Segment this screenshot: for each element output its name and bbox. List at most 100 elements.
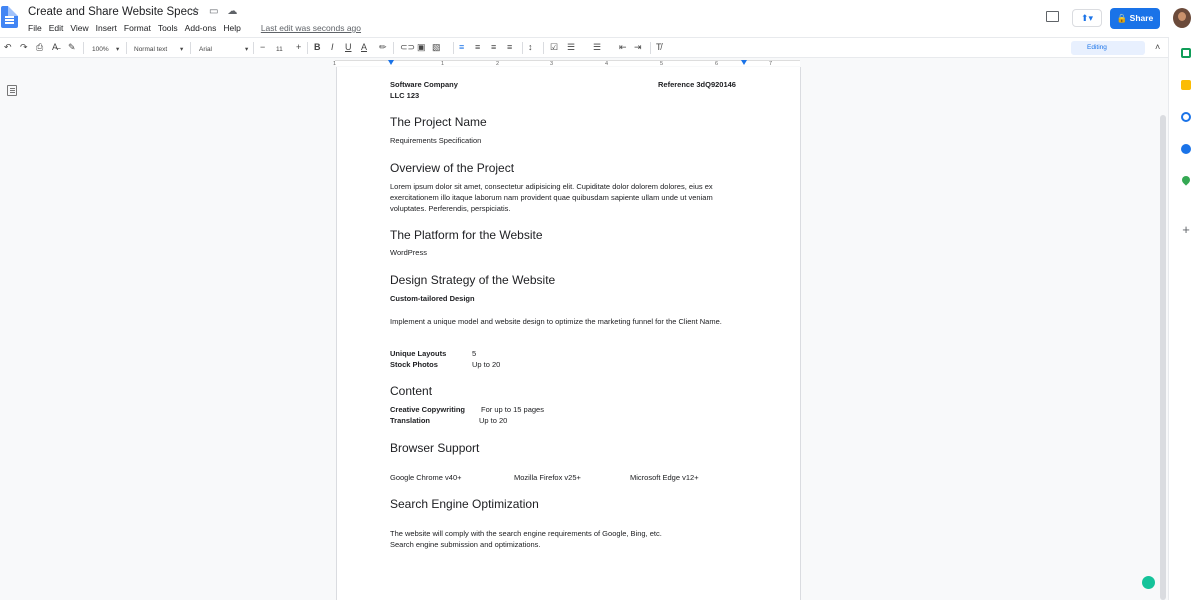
line-spacing-icon[interactable]: ↕ bbox=[528, 42, 533, 53]
menu-insert[interactable]: Insert bbox=[96, 23, 117, 33]
checklist-icon[interactable]: ☑ bbox=[550, 42, 558, 53]
docs-logo-icon[interactable] bbox=[1, 6, 18, 28]
menu-add-ons[interactable]: Add-ons bbox=[185, 23, 217, 33]
font-size-field[interactable]: 11 bbox=[276, 44, 283, 55]
comment-icon[interactable]: ▣ bbox=[417, 42, 426, 53]
design-subheading: Custom-tailored Design bbox=[390, 294, 475, 303]
tasks-icon[interactable] bbox=[1181, 112, 1191, 122]
link-icon[interactable]: ⊂⊃ bbox=[400, 42, 415, 53]
zoom-select[interactable]: 100% bbox=[92, 44, 109, 55]
heading-project-name: The Project Name bbox=[390, 115, 487, 129]
menu-file[interactable]: File bbox=[28, 23, 42, 33]
editing-mode-label: Editing bbox=[1087, 44, 1107, 51]
chevron-down-icon: ▾ bbox=[180, 46, 184, 53]
align-center-icon[interactable]: ≡ bbox=[475, 42, 480, 53]
ruler: 1 1 2 3 4 5 6 7 bbox=[0, 58, 1168, 67]
add-on-plus-icon[interactable]: + bbox=[1181, 223, 1191, 236]
heading-browser-support: Browser Support bbox=[390, 441, 480, 455]
left-indent-marker[interactable] bbox=[388, 60, 394, 65]
decrease-font-icon[interactable]: − bbox=[260, 42, 265, 53]
bold-icon[interactable]: B bbox=[314, 42, 321, 53]
company-name-line2: LLC 123 bbox=[390, 91, 420, 100]
editing-mode-select[interactable]: Editing bbox=[1071, 41, 1145, 55]
bulleted-list-icon[interactable]: ☰ bbox=[567, 42, 575, 53]
spellcheck-icon[interactable]: A̶ bbox=[52, 42, 58, 53]
grammarly-icon[interactable] bbox=[1142, 576, 1155, 589]
align-left-icon[interactable]: ≡ bbox=[459, 42, 464, 53]
undo-icon[interactable]: ↶ bbox=[4, 42, 12, 53]
menu-help[interactable]: Help bbox=[223, 23, 240, 33]
platform-value: WordPress bbox=[390, 248, 427, 257]
maps-icon[interactable] bbox=[1180, 174, 1192, 186]
style-select[interactable]: Normal text bbox=[134, 44, 167, 55]
cloud-status-icon[interactable]: ☁ bbox=[227, 6, 237, 17]
copywriting-label: Creative Copywriting bbox=[390, 405, 466, 414]
move-folder-icon[interactable]: ▭ bbox=[209, 6, 218, 17]
layouts-label: Unique Layouts bbox=[390, 349, 447, 358]
divider bbox=[190, 42, 191, 54]
increase-indent-icon[interactable]: ⇥ bbox=[634, 42, 642, 53]
star-icon[interactable]: ☆ bbox=[191, 6, 200, 17]
divider bbox=[307, 42, 308, 54]
chevron-down-icon: ▾ bbox=[245, 46, 249, 53]
heading-design-strategy: Design Strategy of the Website bbox=[390, 273, 556, 287]
title-icons: ☆ ▭ ☁ bbox=[191, 6, 237, 17]
share-button[interactable]: 🔒 Share bbox=[1110, 8, 1160, 29]
collapse-menus-icon[interactable]: ˄ bbox=[1155, 42, 1160, 53]
document-page[interactable] bbox=[336, 67, 801, 600]
right-indent-marker[interactable] bbox=[741, 60, 747, 65]
paint-format-icon[interactable]: ✎ bbox=[68, 42, 76, 53]
redo-icon[interactable]: ↷ bbox=[20, 42, 28, 53]
justify-icon[interactable]: ≡ bbox=[507, 42, 512, 53]
chevron-down-icon: ▾ bbox=[116, 46, 120, 53]
comment-history-icon[interactable] bbox=[1046, 11, 1059, 22]
text-color-icon[interactable]: A bbox=[361, 42, 367, 53]
document-title[interactable]: Create and Share Website Specs bbox=[28, 6, 198, 18]
heading-content: Content bbox=[390, 384, 433, 398]
divider bbox=[650, 42, 651, 54]
divider bbox=[83, 42, 84, 54]
print-icon[interactable]: ⎙ bbox=[36, 42, 43, 53]
browser-edge: Microsoft Edge v12+ bbox=[630, 473, 699, 482]
contacts-icon[interactable] bbox=[1181, 144, 1191, 154]
heading-seo: Search Engine Optimization bbox=[390, 497, 539, 511]
decrease-indent-icon[interactable]: ⇤ bbox=[619, 42, 627, 53]
menu-tools[interactable]: Tools bbox=[158, 23, 178, 33]
account-avatar[interactable] bbox=[1173, 8, 1191, 28]
top-bar: Create and Share Website Specs ☆ ▭ ☁ Fil… bbox=[0, 0, 1200, 37]
numbered-list-icon[interactable]: ☰ bbox=[593, 42, 601, 53]
requirements-subtitle: Requirements Specification bbox=[390, 136, 482, 145]
present-button[interactable]: ⬆▾ bbox=[1072, 9, 1102, 27]
clear-formatting-icon[interactable]: T̸ bbox=[656, 42, 662, 53]
copywriting-value: For up to 15 pages bbox=[481, 405, 544, 414]
layouts-value: 5 bbox=[472, 349, 477, 358]
highlight-icon[interactable]: ✏ bbox=[379, 42, 387, 53]
menu-edit[interactable]: Edit bbox=[49, 23, 64, 33]
keep-icon[interactable] bbox=[1181, 80, 1191, 90]
share-label: Share bbox=[1129, 13, 1154, 23]
divider bbox=[543, 42, 544, 54]
font-select[interactable]: Arial bbox=[199, 44, 212, 55]
last-edit-link[interactable]: Last edit was seconds ago bbox=[261, 23, 361, 33]
sheets-icon[interactable] bbox=[1181, 48, 1191, 58]
menu-bar: File Edit View Insert Format Tools Add-o… bbox=[28, 23, 361, 33]
heading-overview: Overview of the Project bbox=[390, 161, 515, 175]
underline-icon[interactable]: U bbox=[345, 42, 352, 53]
side-panel: + bbox=[1168, 37, 1200, 600]
increase-font-icon[interactable]: + bbox=[296, 42, 301, 53]
heading-platform: The Platform for the Website bbox=[390, 228, 543, 242]
seo-line-1: The website will comply with the search … bbox=[390, 529, 662, 538]
document-outline-icon[interactable] bbox=[7, 85, 17, 96]
divider bbox=[253, 42, 254, 54]
italic-icon[interactable]: I bbox=[331, 42, 334, 53]
divider bbox=[522, 42, 523, 54]
align-right-icon[interactable]: ≡ bbox=[491, 42, 496, 53]
vertical-scrollbar[interactable] bbox=[1160, 115, 1166, 600]
image-icon[interactable]: ▧ bbox=[432, 42, 441, 53]
design-paragraph: Implement a unique model and website des… bbox=[390, 317, 722, 326]
menu-view[interactable]: View bbox=[70, 23, 88, 33]
company-name: Software Company bbox=[390, 80, 458, 89]
menu-format[interactable]: Format bbox=[124, 23, 151, 33]
ruler-track: 1 1 2 3 4 5 6 7 bbox=[333, 60, 800, 67]
translation-value: Up to 20 bbox=[479, 416, 508, 425]
